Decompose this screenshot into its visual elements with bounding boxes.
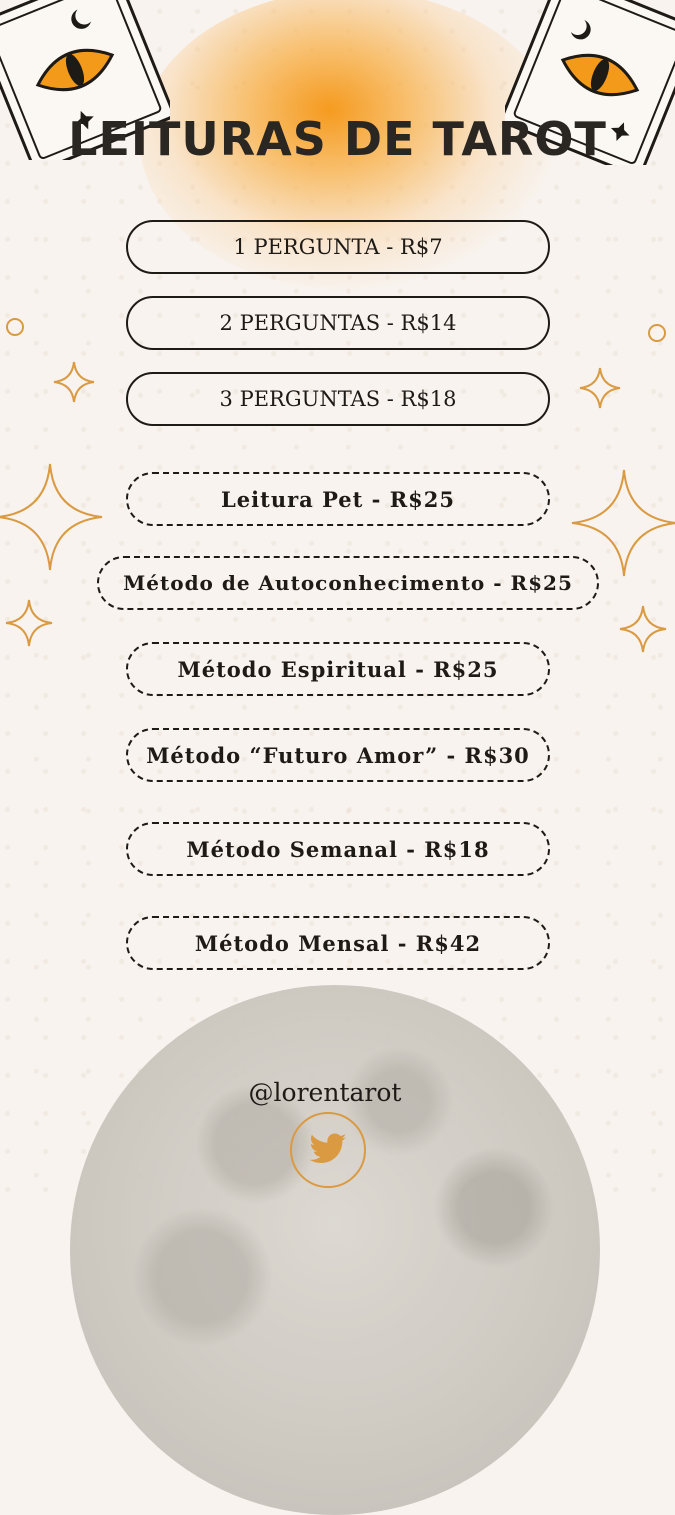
option-3-perguntas: 3 PERGUNTAS - R$18	[126, 372, 550, 426]
option-metodo-mensal: Método Mensal - R$42	[126, 916, 550, 970]
option-metodo-espiritual: Método Espiritual - R$25	[126, 642, 550, 696]
sparkle-icon	[5, 599, 53, 647]
circle-icon	[6, 318, 24, 336]
sparkle-icon	[619, 605, 667, 653]
option-metodo-semanal: Método Semanal - R$18	[126, 822, 550, 876]
option-2-perguntas: 2 PERGUNTAS - R$14	[126, 296, 550, 350]
page-title: LEITURAS DE TAROT	[68, 112, 607, 166]
option-metodo-futuro-amor: Método “Futuro Amor” - R$30	[126, 728, 550, 782]
option-metodo-autoconhecimento: Método de Autoconhecimento - R$25	[97, 556, 599, 610]
option-leitura-pet: Leitura Pet - R$25	[126, 472, 550, 526]
twitter-icon	[309, 1133, 347, 1163]
social-handle: @lorentarot	[248, 1078, 402, 1107]
moon-image	[70, 985, 600, 1515]
circle-icon	[648, 324, 666, 342]
sparkle-icon	[53, 361, 95, 403]
twitter-button[interactable]	[290, 1112, 366, 1188]
sparkle-icon	[579, 367, 621, 409]
sparkle-icon	[0, 463, 103, 571]
option-1-pergunta: 1 PERGUNTA - R$7	[126, 220, 550, 274]
